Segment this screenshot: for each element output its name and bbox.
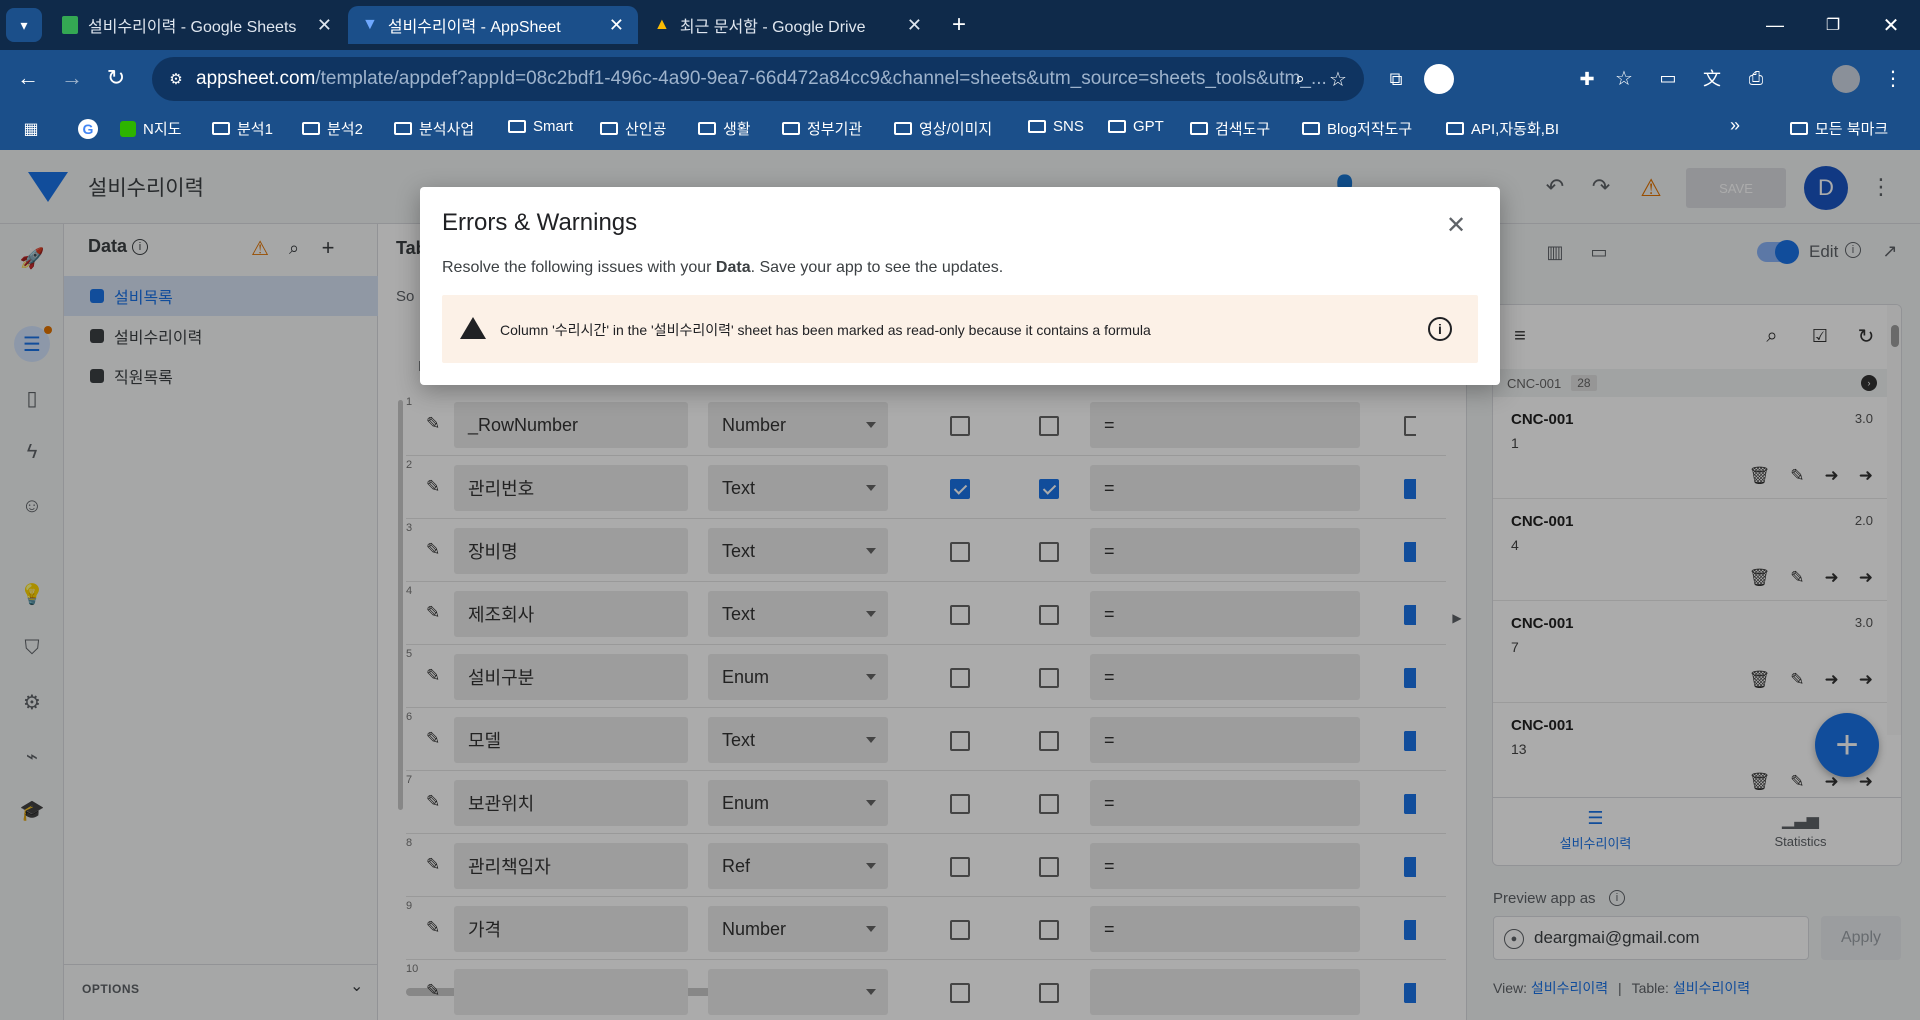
browser-menu-icon[interactable]: ⋮ bbox=[1878, 62, 1908, 94]
bookmark-folder[interactable]: 검색도구 bbox=[1190, 118, 1270, 139]
bookmark-folder[interactable]: 생활 bbox=[698, 118, 751, 139]
bookmark-folder[interactable]: GPT bbox=[1108, 118, 1164, 135]
tab-google-drive[interactable]: ▲ 최근 문서함 - Google Drive ✕ bbox=[640, 6, 936, 44]
google-drive-icon: ▲ bbox=[654, 16, 670, 33]
bookmark-folder[interactable]: SNS bbox=[1028, 118, 1084, 135]
bookmark-folder[interactable]: 분석사업 bbox=[394, 118, 474, 139]
back-icon[interactable]: ← bbox=[12, 62, 44, 94]
info-icon[interactable]: i bbox=[1428, 317, 1452, 341]
folder-icon bbox=[1190, 122, 1208, 135]
folder-icon bbox=[302, 122, 320, 135]
new-tab-icon[interactable]: + bbox=[944, 10, 974, 40]
address-bar[interactable]: ⚙ appsheet.com/template/appdef?appId=08c… bbox=[152, 57, 1364, 101]
errors-warnings-dialog: Errors & Warnings ✕ Resolve the followin… bbox=[420, 187, 1500, 385]
bookmark-folder[interactable]: 정부기관 bbox=[782, 118, 862, 139]
folder-icon bbox=[1108, 120, 1126, 133]
forward-icon[interactable]: → bbox=[56, 62, 88, 94]
site-info-icon[interactable]: ⚙ bbox=[164, 67, 188, 91]
close-icon[interactable]: ✕ bbox=[1440, 209, 1472, 241]
warning-message: Column '수리시간' in the '설비수리이력' sheet has … bbox=[500, 322, 1151, 338]
puzzle-icon[interactable]: ✚ bbox=[1572, 64, 1602, 94]
apps-grid-icon[interactable]: ▦ bbox=[20, 118, 42, 140]
naver-map-icon bbox=[120, 120, 136, 137]
minimize-icon[interactable]: — bbox=[1760, 10, 1790, 40]
close-tab-icon[interactable]: ✕ bbox=[609, 15, 624, 36]
folder-icon bbox=[212, 122, 230, 135]
bookmark-item[interactable]: N지도 bbox=[120, 118, 181, 139]
translate-icon[interactable]: 文 bbox=[1696, 62, 1728, 94]
google-sheets-icon bbox=[62, 16, 78, 34]
bookmark-folder[interactable]: 영상/이미지 bbox=[894, 118, 992, 139]
dialog-description: Resolve the following issues with your D… bbox=[442, 259, 1004, 276]
folder-icon bbox=[1028, 120, 1046, 133]
zoom-icon[interactable]: ⌕ bbox=[1288, 67, 1312, 91]
profile-avatar[interactable] bbox=[1832, 65, 1860, 93]
all-bookmarks[interactable]: 모든 북마크 bbox=[1790, 118, 1888, 139]
bookmark-folder[interactable]: Smart bbox=[508, 118, 573, 135]
browser-tab-bar: ▾ 설비수리이력 - Google Sheets ✕ ▼ 설비수리이력 - Ap… bbox=[0, 0, 1920, 50]
bookmark-folder[interactable]: API,자동화,BI bbox=[1446, 118, 1559, 139]
bookmark-folder[interactable]: 분석2 bbox=[302, 118, 363, 139]
folder-icon bbox=[394, 122, 412, 135]
bookmark-folder[interactable]: 분석1 bbox=[212, 118, 273, 139]
star-icon[interactable]: ☆ bbox=[1326, 67, 1350, 91]
warning-triangle-icon bbox=[460, 317, 486, 339]
bookmark-folder[interactable]: 산인공 bbox=[600, 118, 666, 139]
dialog-title: Errors & Warnings bbox=[442, 209, 638, 236]
close-tab-icon[interactable]: ✕ bbox=[907, 15, 922, 36]
close-tab-icon[interactable]: ✕ bbox=[317, 15, 332, 36]
reload-icon[interactable]: ↻ bbox=[100, 62, 132, 94]
folder-icon bbox=[1446, 122, 1464, 135]
bookmarks-bar: ▦ G N지도 분석1 분석2 분석사업 Smart 산인공 생활 정부기관 영… bbox=[0, 108, 1920, 150]
tab-search-icon[interactable]: ▾ bbox=[6, 8, 42, 42]
print-icon[interactable]: ⎙ bbox=[1740, 62, 1772, 94]
folder-icon bbox=[508, 120, 526, 133]
folder-icon bbox=[1790, 122, 1808, 135]
bookmark-folder[interactable]: Blog저작도구 bbox=[1302, 118, 1412, 139]
folder-icon bbox=[1302, 122, 1320, 135]
folder-icon bbox=[782, 122, 800, 135]
appsheet-icon: ▼ bbox=[362, 16, 378, 33]
ublock-icon[interactable] bbox=[1424, 64, 1454, 94]
restore-icon[interactable]: ❐ bbox=[1818, 10, 1848, 40]
extensions-icon[interactable]: ⧉ bbox=[1376, 64, 1416, 94]
reading-list-icon[interactable]: ▭ bbox=[1652, 62, 1684, 94]
bookmark-star-icon[interactable]: ☆ bbox=[1608, 62, 1640, 94]
folder-icon bbox=[600, 122, 618, 135]
folder-icon bbox=[698, 122, 716, 135]
google-icon[interactable]: G bbox=[78, 119, 98, 139]
close-window-icon[interactable]: ✕ bbox=[1876, 10, 1906, 40]
folder-icon bbox=[894, 122, 912, 135]
bookmarks-overflow-icon[interactable]: » bbox=[1730, 115, 1740, 136]
warning-row: Column '수리시간' in the '설비수리이력' sheet has … bbox=[442, 295, 1478, 363]
tab-google-sheets[interactable]: 설비수리이력 - Google Sheets ✕ bbox=[48, 6, 346, 44]
tab-appsheet[interactable]: ▼ 설비수리이력 - AppSheet ✕ bbox=[348, 6, 638, 44]
